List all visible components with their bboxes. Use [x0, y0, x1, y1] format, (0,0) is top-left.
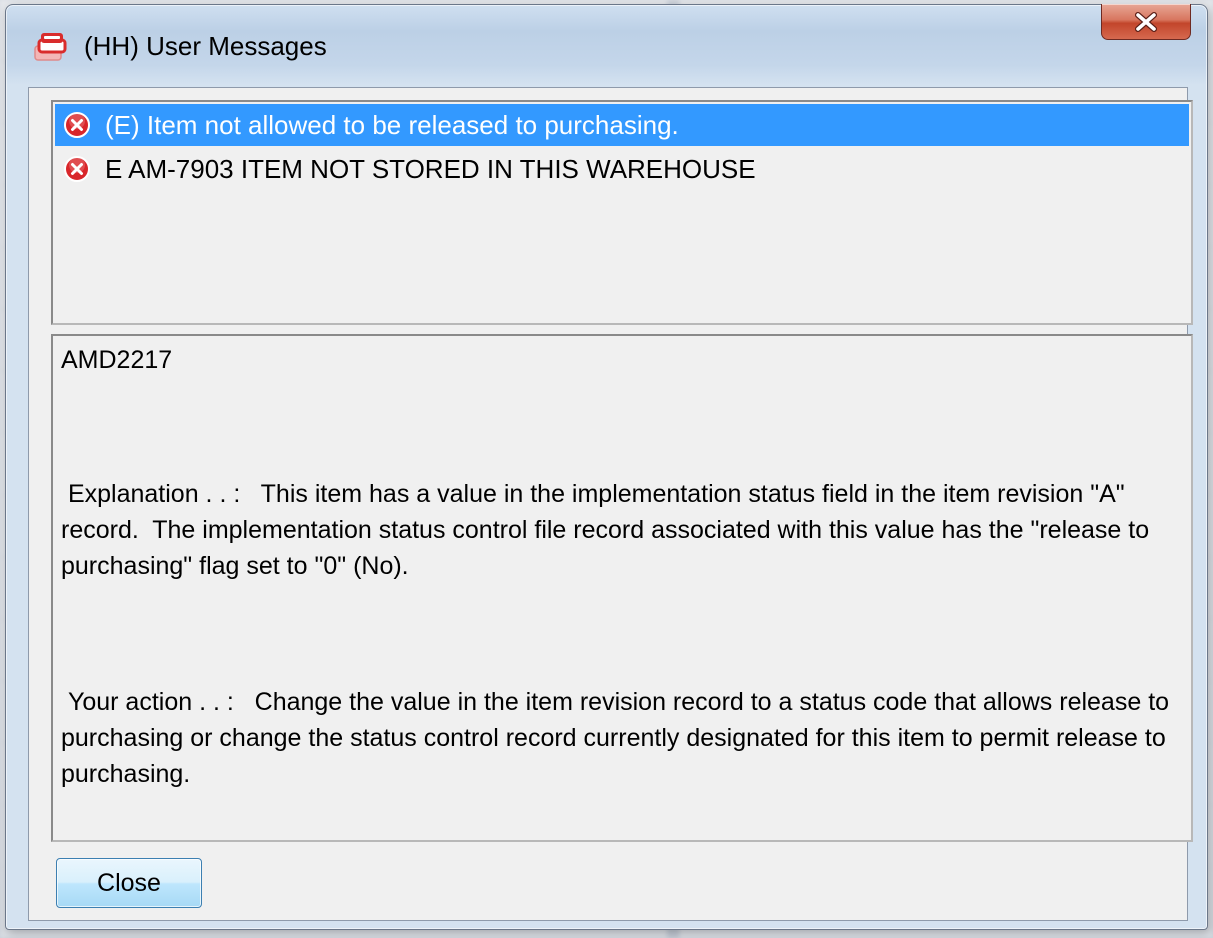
message-text: E AM-7903 ITEM NOT STORED IN THIS WAREHO… — [105, 153, 756, 184]
list-item[interactable]: (E) Item not allowed to be released to p… — [55, 104, 1189, 146]
message-detail-panel[interactable]: AMD2217 Explanation . . : This item has … — [51, 334, 1193, 842]
list-item[interactable]: E AM-7903 ITEM NOT STORED IN THIS WAREHO… — [55, 148, 1189, 190]
error-circle-icon — [63, 155, 91, 183]
message-list[interactable]: (E) Item not allowed to be released to p… — [51, 100, 1193, 325]
user-messages-dialog: (HH) User Messages (E) Item not allowed … — [5, 4, 1208, 930]
message-text: (E) Item not allowed to be released to p… — [105, 109, 679, 140]
database-stack-icon — [32, 30, 68, 66]
error-circle-icon — [63, 111, 91, 139]
title-bar[interactable]: (HH) User Messages — [6, 4, 1207, 87]
explanation-text: Explanation . . : This item has a value … — [61, 480, 1157, 580]
close-icon — [1135, 11, 1157, 32]
action-text: Your action . . : Change the value in th… — [61, 688, 1176, 788]
dialog-client-area: (E) Item not allowed to be released to p… — [28, 87, 1193, 921]
window-close-button[interactable] — [1101, 4, 1191, 40]
message-code: AMD2217 — [61, 346, 173, 374]
close-button[interactable]: Close — [56, 858, 202, 908]
window-title: (HH) User Messages — [84, 31, 327, 61]
